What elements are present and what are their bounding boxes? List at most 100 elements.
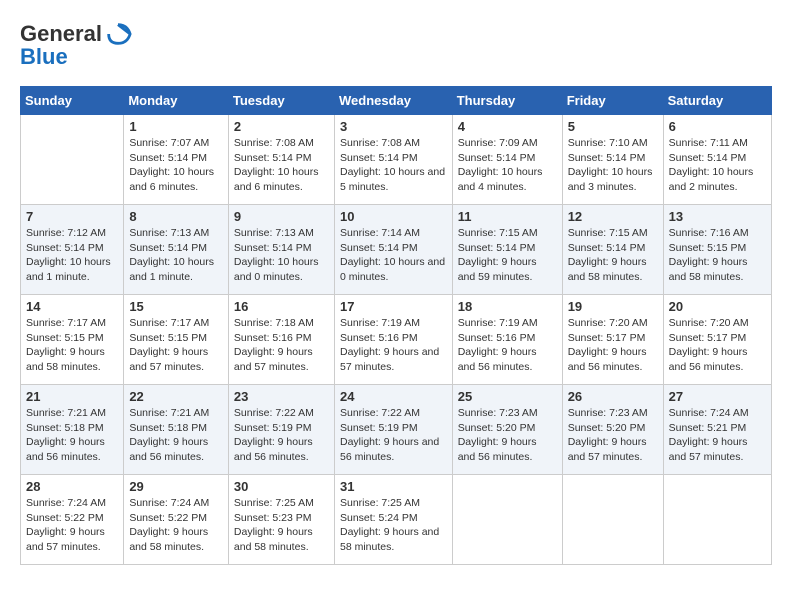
calendar-cell: 16 Sunrise: 7:18 AMSunset: 5:16 PMDayligh… <box>228 295 334 385</box>
calendar-cell: 11Sunrise: 7:15 AMSunset: 5:14 PMDayligh… <box>452 205 562 295</box>
calendar-cell: 8 Sunrise: 7:13 AMSunset: 5:14 PMDaylight… <box>124 205 229 295</box>
day-info: Sunrise: 7:22 AMSunset: 5:19 PMDaylight:… <box>340 406 447 465</box>
day-info: Sunrise: 7:14 AMSunset: 5:14 PMDaylight:… <box>340 226 447 285</box>
calendar-cell: 28 Sunrise: 7:24 AMSunset: 5:22 PMDayligh… <box>21 475 124 565</box>
calendar-week-row: 1 Sunrise: 7:07 AMSunset: 5:14 PMDaylight… <box>21 115 772 205</box>
calendar-week-row: 7Sunrise: 7:12 AMSunset: 5:14 PMDaylight… <box>21 205 772 295</box>
day-info: Sunrise: 7:24 AMSunset: 5:22 PMDaylight:… <box>129 496 223 555</box>
day-info: Sunrise: 7:15 AMSunset: 5:14 PMDaylight:… <box>568 226 658 285</box>
weekday-header: Monday <box>124 87 229 115</box>
day-number: 4 <box>458 119 557 134</box>
day-info: Sunrise: 7:08 AMSunset: 5:14 PMDaylight:… <box>340 136 447 195</box>
day-info: Sunrise: 7:08 AMSunset: 5:14 PMDaylight:… <box>234 136 329 195</box>
day-number: 24 <box>340 389 447 404</box>
day-number: 30 <box>234 479 329 494</box>
day-info: Sunrise: 7:17 AMSunset: 5:15 PMDaylight:… <box>26 316 118 375</box>
day-info: Sunrise: 7:25 AMSunset: 5:23 PMDaylight:… <box>234 496 329 555</box>
calendar-cell: 19 Sunrise: 7:20 AMSunset: 5:17 PMDayligh… <box>562 295 663 385</box>
calendar-cell: 27 Sunrise: 7:24 AMSunset: 5:21 PMDayligh… <box>663 385 771 475</box>
calendar-cell: 20 Sunrise: 7:20 AMSunset: 5:17 PMDayligh… <box>663 295 771 385</box>
day-number: 28 <box>26 479 118 494</box>
calendar-cell: 18 Sunrise: 7:19 AMSunset: 5:16 PMDayligh… <box>452 295 562 385</box>
calendar-cell: 3 Sunrise: 7:08 AMSunset: 5:14 PMDaylight… <box>334 115 452 205</box>
day-info: Sunrise: 7:24 AMSunset: 5:21 PMDaylight:… <box>669 406 766 465</box>
calendar-header-row: SundayMondayTuesdayWednesdayThursdayFrid… <box>21 87 772 115</box>
day-number: 3 <box>340 119 447 134</box>
day-number: 16 <box>234 299 329 314</box>
calendar-cell: 26Sunrise: 7:23 AMSunset: 5:20 PMDayligh… <box>562 385 663 475</box>
logo: General Blue <box>20 20 132 70</box>
calendar-cell: 14 Sunrise: 7:17 AMSunset: 5:15 PMDayligh… <box>21 295 124 385</box>
calendar-cell: 17 Sunrise: 7:19 AMSunset: 5:16 PMDayligh… <box>334 295 452 385</box>
day-info: Sunrise: 7:24 AMSunset: 5:22 PMDaylight:… <box>26 496 118 555</box>
weekday-header: Thursday <box>452 87 562 115</box>
day-info: Sunrise: 7:15 AMSunset: 5:14 PMDaylight:… <box>458 226 557 285</box>
day-info: Sunrise: 7:25 AMSunset: 5:24 PMDaylight:… <box>340 496 447 555</box>
weekday-header: Wednesday <box>334 87 452 115</box>
calendar-cell: 4Sunrise: 7:09 AMSunset: 5:14 PMDaylight… <box>452 115 562 205</box>
day-info: Sunrise: 7:23 AMSunset: 5:20 PMDaylight:… <box>458 406 557 465</box>
day-number: 25 <box>458 389 557 404</box>
day-number: 17 <box>340 299 447 314</box>
day-info: Sunrise: 7:20 AMSunset: 5:17 PMDaylight:… <box>568 316 658 375</box>
calendar-cell: 23 Sunrise: 7:22 AMSunset: 5:19 PMDayligh… <box>228 385 334 475</box>
logo-icon <box>104 20 132 48</box>
calendar-cell <box>452 475 562 565</box>
day-info: Sunrise: 7:22 AMSunset: 5:19 PMDaylight:… <box>234 406 329 465</box>
day-number: 2 <box>234 119 329 134</box>
calendar-cell: 29Sunrise: 7:24 AMSunset: 5:22 PMDayligh… <box>124 475 229 565</box>
calendar-cell <box>562 475 663 565</box>
day-number: 9 <box>234 209 329 224</box>
day-number: 22 <box>129 389 223 404</box>
day-number: 21 <box>26 389 118 404</box>
day-number: 13 <box>669 209 766 224</box>
calendar-cell: 1 Sunrise: 7:07 AMSunset: 5:14 PMDaylight… <box>124 115 229 205</box>
calendar-cell: 5 Sunrise: 7:10 AMSunset: 5:14 PMDaylight… <box>562 115 663 205</box>
day-info: Sunrise: 7:12 AMSunset: 5:14 PMDaylight:… <box>26 226 118 285</box>
day-info: Sunrise: 7:19 AMSunset: 5:16 PMDaylight:… <box>458 316 557 375</box>
calendar-week-row: 21 Sunrise: 7:21 AMSunset: 5:18 PMDayligh… <box>21 385 772 475</box>
day-number: 15 <box>129 299 223 314</box>
day-number: 10 <box>340 209 447 224</box>
day-info: Sunrise: 7:07 AMSunset: 5:14 PMDaylight:… <box>129 136 223 195</box>
day-info: Sunrise: 7:13 AMSunset: 5:14 PMDaylight:… <box>129 226 223 285</box>
day-number: 19 <box>568 299 658 314</box>
day-info: Sunrise: 7:19 AMSunset: 5:16 PMDaylight:… <box>340 316 447 375</box>
day-info: Sunrise: 7:20 AMSunset: 5:17 PMDaylight:… <box>669 316 766 375</box>
calendar-cell <box>663 475 771 565</box>
calendar-cell: 31Sunrise: 7:25 AMSunset: 5:24 PMDayligh… <box>334 475 452 565</box>
day-info: Sunrise: 7:21 AMSunset: 5:18 PMDaylight:… <box>26 406 118 465</box>
weekday-header: Sunday <box>21 87 124 115</box>
calendar-cell: 12Sunrise: 7:15 AMSunset: 5:14 PMDayligh… <box>562 205 663 295</box>
calendar-cell: 10 Sunrise: 7:14 AMSunset: 5:14 PMDayligh… <box>334 205 452 295</box>
calendar-cell: 15Sunrise: 7:17 AMSunset: 5:15 PMDayligh… <box>124 295 229 385</box>
day-info: Sunrise: 7:10 AMSunset: 5:14 PMDaylight:… <box>568 136 658 195</box>
day-info: Sunrise: 7:11 AMSunset: 5:14 PMDaylight:… <box>669 136 766 195</box>
day-number: 26 <box>568 389 658 404</box>
calendar-cell: 6Sunrise: 7:11 AMSunset: 5:14 PMDaylight… <box>663 115 771 205</box>
weekday-header: Friday <box>562 87 663 115</box>
day-number: 20 <box>669 299 766 314</box>
day-number: 23 <box>234 389 329 404</box>
day-number: 18 <box>458 299 557 314</box>
calendar-cell: 7Sunrise: 7:12 AMSunset: 5:14 PMDaylight… <box>21 205 124 295</box>
calendar-cell: 22 Sunrise: 7:21 AMSunset: 5:18 PMDayligh… <box>124 385 229 475</box>
day-number: 1 <box>129 119 223 134</box>
calendar-table: SundayMondayTuesdayWednesdayThursdayFrid… <box>20 86 772 565</box>
calendar-cell: 2 Sunrise: 7:08 AMSunset: 5:14 PMDaylight… <box>228 115 334 205</box>
day-info: Sunrise: 7:18 AMSunset: 5:16 PMDaylight:… <box>234 316 329 375</box>
calendar-cell: 30 Sunrise: 7:25 AMSunset: 5:23 PMDayligh… <box>228 475 334 565</box>
day-number: 5 <box>568 119 658 134</box>
day-number: 27 <box>669 389 766 404</box>
calendar-week-row: 14 Sunrise: 7:17 AMSunset: 5:15 PMDayligh… <box>21 295 772 385</box>
day-number: 8 <box>129 209 223 224</box>
weekday-header: Tuesday <box>228 87 334 115</box>
day-number: 14 <box>26 299 118 314</box>
calendar-cell: 24 Sunrise: 7:22 AMSunset: 5:19 PMDayligh… <box>334 385 452 475</box>
calendar-cell: 21 Sunrise: 7:21 AMSunset: 5:18 PMDayligh… <box>21 385 124 475</box>
day-info: Sunrise: 7:21 AMSunset: 5:18 PMDaylight:… <box>129 406 223 465</box>
calendar-cell <box>21 115 124 205</box>
weekday-header: Saturday <box>663 87 771 115</box>
page-header: General Blue <box>20 20 772 70</box>
calendar-cell: 25 Sunrise: 7:23 AMSunset: 5:20 PMDayligh… <box>452 385 562 475</box>
